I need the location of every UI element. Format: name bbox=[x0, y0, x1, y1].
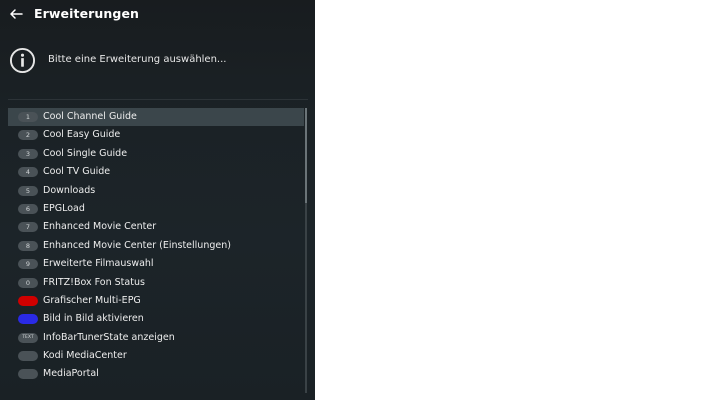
list-item-label: Cool Channel Guide bbox=[43, 111, 137, 122]
number-key-badge: 6 bbox=[18, 203, 38, 214]
list-item-label: Bild in Bild aktivieren bbox=[43, 313, 144, 325]
header-bar: Erweiterungen bbox=[0, 0, 315, 30]
list-item[interactable]: 0 FRITZ!Box Fon Status bbox=[8, 274, 304, 292]
list-item-label: Enhanced Movie Center bbox=[43, 221, 157, 233]
number-key-badge: 5 bbox=[18, 185, 38, 196]
info-text: Bitte eine Erweiterung auswählen... bbox=[48, 54, 227, 65]
number-key-badge: 2 bbox=[18, 130, 38, 141]
list-item[interactable]: 1 Cool Channel Guide bbox=[8, 108, 304, 127]
list-item[interactable]: 6 EPGLoad bbox=[8, 200, 304, 218]
number-key-badge: 0 bbox=[18, 277, 38, 288]
list-item-label: Downloads bbox=[43, 184, 96, 196]
number-key-badge: 3 bbox=[18, 148, 38, 159]
number-key-badge: 7 bbox=[18, 222, 38, 233]
info-icon bbox=[9, 47, 36, 74]
list-item-label: FRITZ!Box Fon Status bbox=[43, 276, 145, 288]
list-item[interactable]: 2 Cool Easy Guide bbox=[8, 126, 304, 144]
key-badge bbox=[18, 369, 38, 380]
list-item[interactable]: MediaPortal bbox=[8, 365, 304, 383]
number-key-badge: 4 bbox=[18, 167, 38, 178]
list-item-label: Grafischer Multi-EPG bbox=[43, 294, 141, 306]
list-item-label: InfoBarTunerState anzeigen bbox=[43, 331, 175, 343]
list-item[interactable]: 3 Cool Single Guide bbox=[8, 145, 304, 163]
number-key-badge: 9 bbox=[18, 259, 38, 270]
list-item[interactable]: TEXT InfoBarTunerState anzeigen bbox=[8, 329, 304, 347]
divider bbox=[8, 99, 308, 100]
number-key-badge: 1 bbox=[18, 112, 38, 122]
page-title: Erweiterungen bbox=[34, 6, 140, 21]
key-badge bbox=[18, 351, 38, 362]
number-key-badge: 8 bbox=[18, 240, 38, 251]
list-item-label: Erweiterte Filmauswahl bbox=[43, 258, 154, 270]
arrow-left-icon[interactable] bbox=[8, 6, 24, 22]
list-item[interactable]: Grafischer Multi-EPG bbox=[8, 292, 304, 310]
info-message: Bitte eine Erweiterung auswählen... bbox=[8, 46, 308, 76]
list-item[interactable]: Bild in Bild aktivieren bbox=[8, 310, 304, 328]
list-item[interactable]: 4 Cool TV Guide bbox=[8, 163, 304, 181]
blue-key-badge bbox=[18, 314, 38, 325]
list-item-label: EPGLoad bbox=[43, 202, 85, 214]
extensions-list: 1 Cool Channel Guide 2 Cool Easy Guide 3… bbox=[8, 108, 304, 384]
scrollbar-thumb[interactable] bbox=[305, 108, 307, 203]
list-item-label: Cool Single Guide bbox=[43, 147, 128, 159]
list-item[interactable]: 9 Erweiterte Filmauswahl bbox=[8, 255, 304, 273]
list-item-label: Kodi MediaCenter bbox=[43, 350, 127, 362]
list-item-label: MediaPortal bbox=[43, 368, 99, 380]
text-key-badge: TEXT bbox=[18, 332, 38, 343]
list-item-label: Cool Easy Guide bbox=[43, 129, 121, 141]
extensions-panel: Erweiterungen Bitte eine Erweiterung aus… bbox=[0, 0, 315, 400]
list-item[interactable]: 8 Enhanced Movie Center (Einstellungen) bbox=[8, 237, 304, 255]
list-item-label: Cool TV Guide bbox=[43, 166, 111, 178]
red-key-badge bbox=[18, 295, 38, 306]
list-item[interactable]: 5 Downloads bbox=[8, 182, 304, 200]
list-item[interactable]: 7 Enhanced Movie Center bbox=[8, 218, 304, 236]
list-item-label: Enhanced Movie Center (Einstellungen) bbox=[43, 239, 231, 251]
list-item[interactable]: Kodi MediaCenter bbox=[8, 347, 304, 365]
